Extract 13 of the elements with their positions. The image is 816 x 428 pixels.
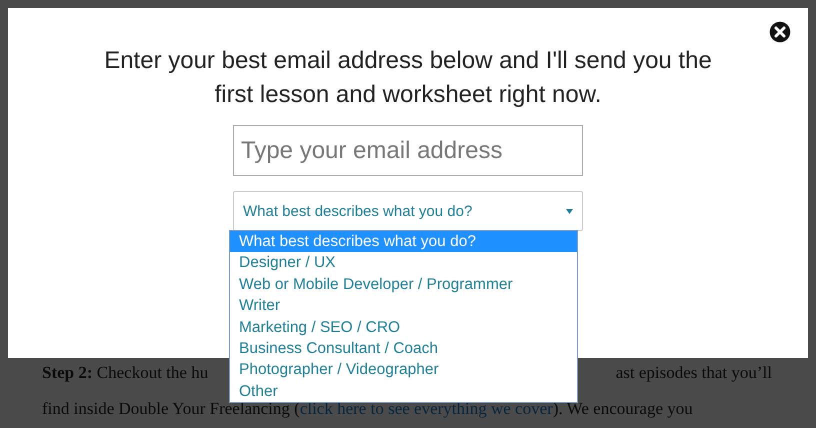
dropdown-option[interactable]: Web or Mobile Developer / Programmer [230, 274, 577, 296]
dropdown-option[interactable]: Photographer / Videographer [230, 359, 577, 381]
paragraph-text: Step 2: Checkout the hu [42, 363, 210, 383]
dropdown-option[interactable]: What best describes what you do? [230, 231, 577, 252]
dropdown-option[interactable]: Writer [230, 295, 577, 317]
modal-heading: Enter your best email address below and I'll send you the first lesson and worksheet right now. [103, 46, 713, 110]
dropdown-option[interactable]: Designer / UX [230, 252, 577, 274]
paragraph-text: ast episodes that you’ll [616, 363, 772, 383]
caret-icon [566, 208, 573, 214]
dropdown-option[interactable]: Marketing / SEO / CRO [230, 316, 577, 338]
email-field[interactable]: Type your email address [233, 125, 583, 176]
dropdown-option[interactable]: Business Consultant / Coach [230, 338, 577, 360]
close-icon[interactable] [768, 20, 792, 44]
